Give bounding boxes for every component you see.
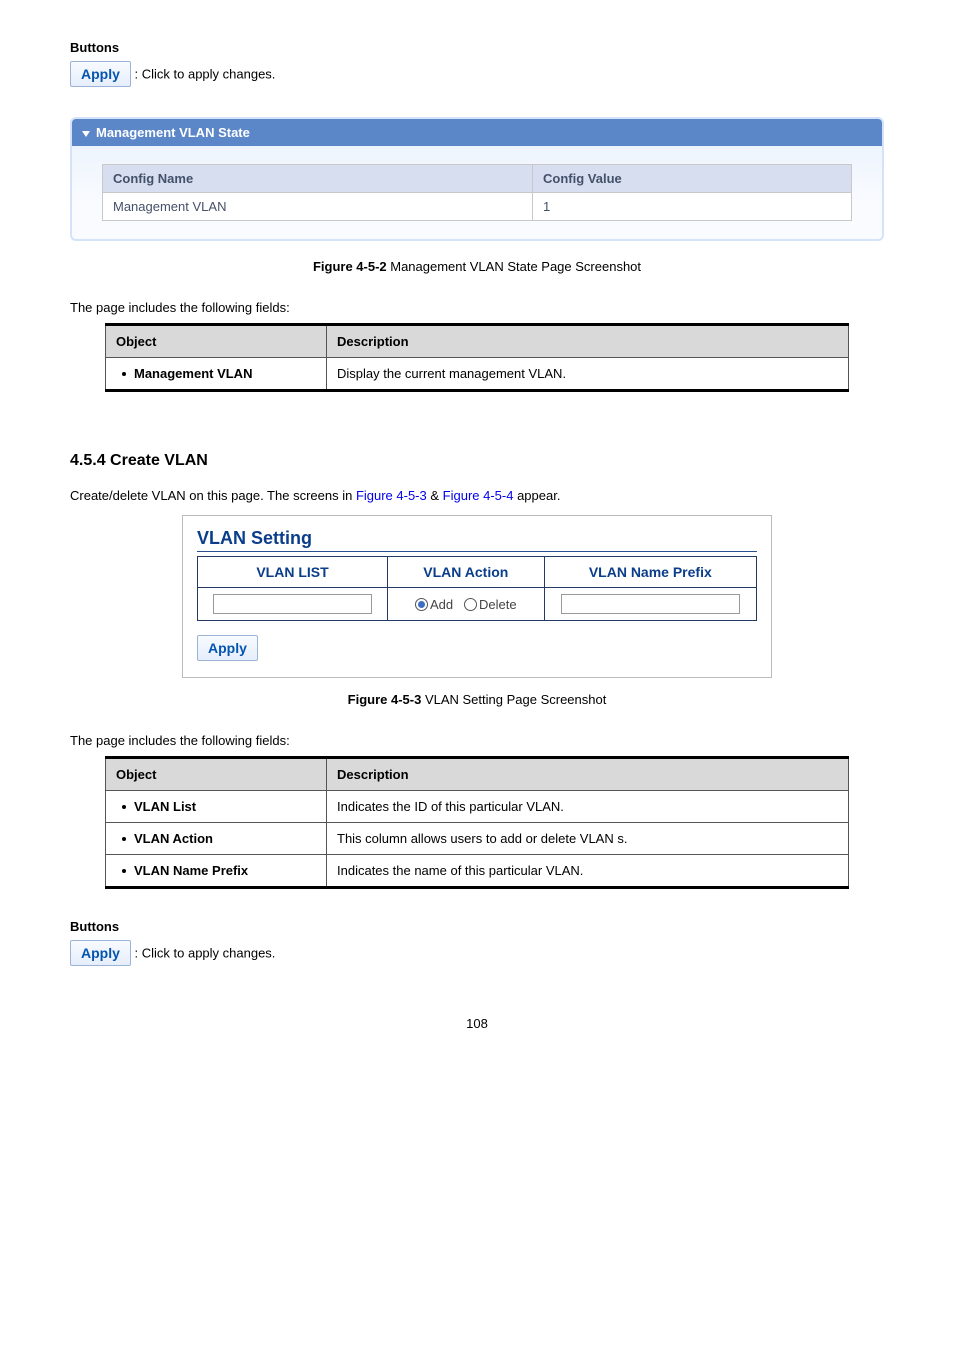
table-row: Add Delete — [198, 588, 757, 621]
table-row: VLAN Name Prefix Indicates the name of t… — [106, 855, 849, 888]
intro-text-b: appear. — [513, 488, 560, 503]
cell-term-vlan-action: VLAN Action — [106, 823, 327, 855]
cell-vlan-prefix-input — [544, 588, 756, 621]
apply-description-2: : Click to apply changes. — [135, 946, 276, 961]
fields-intro-2: The page includes the following fields: — [70, 733, 884, 748]
radio-delete-label: Delete — [479, 597, 517, 612]
radio-add[interactable] — [415, 598, 428, 611]
col-config-name: Config Name — [103, 165, 533, 193]
col-vlan-list: VLAN LIST — [198, 557, 388, 588]
intro-amp: & — [427, 488, 443, 503]
page-number: 108 — [70, 1016, 884, 1031]
mgmt-vlan-state-panel: Management VLAN State Config Name Config… — [70, 117, 884, 241]
mgmt-vlan-state-table: Config Name Config Value Management VLAN… — [102, 164, 852, 221]
vlan-setting-apply-button[interactable]: Apply — [197, 635, 258, 661]
apply-button-1[interactable]: Apply — [70, 61, 131, 87]
col-vlan-name-prefix: VLAN Name Prefix — [544, 557, 756, 588]
figure-4-5-3-caption: Figure 4-5-3 VLAN Setting Page Screensho… — [70, 692, 884, 707]
figure-4-5-2-text: Management VLAN State Page Screenshot — [387, 259, 641, 274]
apply-description-1: : Click to apply changes. — [135, 67, 276, 82]
figure-4-5-2-label: Figure 4-5-2 — [313, 259, 387, 274]
col-description-2: Description — [327, 758, 849, 791]
mgmt-vlan-state-title: Management VLAN State — [96, 125, 250, 140]
fields-intro-1: The page includes the following fields: — [70, 300, 884, 315]
term-mgmt-vlan: Management VLAN — [134, 366, 252, 381]
figure-4-5-3-label: Figure 4-5-3 — [348, 692, 422, 707]
table-row: VLAN List Indicates the ID of this parti… — [106, 791, 849, 823]
bullet-icon — [122, 372, 126, 376]
cell-config-value: 1 — [533, 193, 852, 221]
cell-term-mgmt-vlan: Management VLAN — [106, 358, 327, 391]
table-row: VLAN Action This column allows users to … — [106, 823, 849, 855]
vlan-setting-table: VLAN LIST VLAN Action VLAN Name Prefix A… — [197, 556, 757, 621]
object-description-table-2: Object Description VLAN List Indicates t… — [105, 756, 849, 889]
section-454-intro: Create/delete VLAN on this page. The scr… — [70, 488, 884, 503]
cell-term-vlan-name-prefix: VLAN Name Prefix — [106, 855, 327, 888]
cell-term-vlan-list: VLAN List — [106, 791, 327, 823]
chevron-down-icon — [82, 131, 90, 137]
mgmt-vlan-state-header[interactable]: Management VLAN State — [72, 119, 882, 146]
figure-4-5-3-text: VLAN Setting Page Screenshot — [421, 692, 606, 707]
table-row: Management VLAN 1 — [103, 193, 852, 221]
vlan-setting-screenshot: VLAN Setting VLAN LIST VLAN Action VLAN … — [182, 515, 772, 678]
cell-desc-vlan-list: Indicates the ID of this particular VLAN… — [327, 791, 849, 823]
vlan-list-input[interactable] — [213, 594, 372, 614]
vlan-setting-title: VLAN Setting — [197, 528, 757, 552]
figure-4-5-2-caption: Figure 4-5-2 Management VLAN State Page … — [70, 259, 884, 274]
apply-button-2[interactable]: Apply — [70, 940, 131, 966]
term-vlan-name-prefix: VLAN Name Prefix — [134, 863, 248, 878]
section-454-heading: 4.5.4 Create VLAN — [70, 452, 884, 470]
radio-add-label: Add — [430, 597, 453, 612]
buttons-heading-1: Buttons — [70, 40, 884, 55]
term-vlan-action: VLAN Action — [134, 831, 213, 846]
radio-delete[interactable] — [464, 598, 477, 611]
cell-desc-vlan-action: This column allows users to add or delet… — [327, 823, 849, 855]
cell-config-name: Management VLAN — [103, 193, 533, 221]
vlan-name-prefix-input[interactable] — [561, 594, 740, 614]
term-vlan-list: VLAN List — [134, 799, 196, 814]
bullet-icon — [122, 869, 126, 873]
link-figure-4-5-4[interactable]: Figure 4-5-4 — [443, 488, 514, 503]
intro-text-a: Create/delete VLAN on this page. The scr… — [70, 488, 356, 503]
cell-desc-mgmt-vlan: Display the current management VLAN. — [327, 358, 849, 391]
col-object-2: Object — [106, 758, 327, 791]
buttons-heading-2: Buttons — [70, 919, 884, 934]
bullet-icon — [122, 805, 126, 809]
cell-vlan-list-input — [198, 588, 388, 621]
link-figure-4-5-3[interactable]: Figure 4-5-3 — [356, 488, 427, 503]
col-object-1: Object — [106, 325, 327, 358]
bullet-icon — [122, 837, 126, 841]
table-row: Management VLAN Display the current mana… — [106, 358, 849, 391]
object-description-table-1: Object Description Management VLAN Displ… — [105, 323, 849, 392]
col-config-value: Config Value — [533, 165, 852, 193]
col-vlan-action: VLAN Action — [388, 557, 545, 588]
col-description-1: Description — [327, 325, 849, 358]
cell-vlan-action: Add Delete — [388, 588, 545, 621]
cell-desc-vlan-name-prefix: Indicates the name of this particular VL… — [327, 855, 849, 888]
